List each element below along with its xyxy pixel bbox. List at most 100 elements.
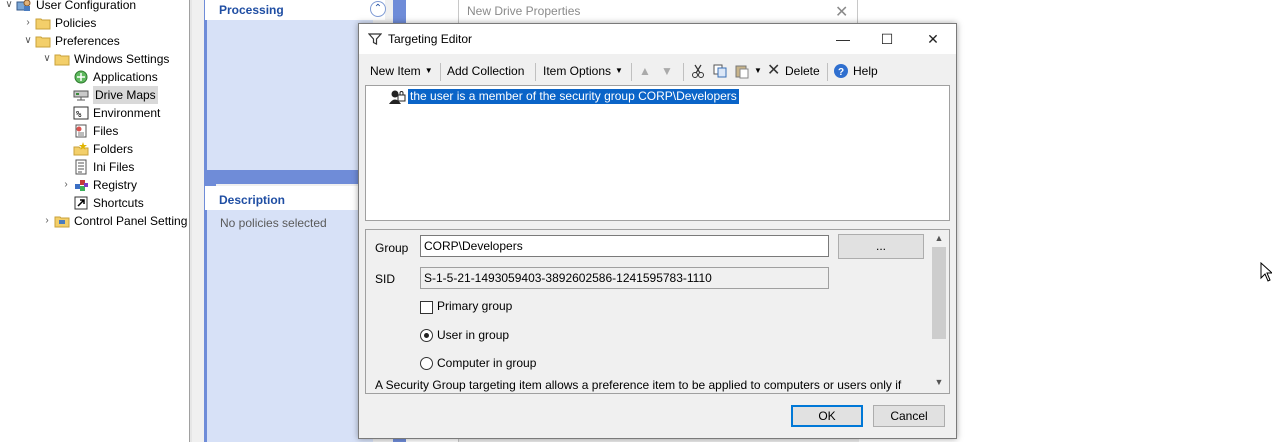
primary-group-checkbox[interactable] xyxy=(420,301,433,314)
folders-icon xyxy=(73,141,89,157)
processing-body xyxy=(207,20,373,170)
close-icon[interactable]: ✕ xyxy=(921,28,945,50)
toolbar-separator xyxy=(683,63,684,81)
folder-icon xyxy=(35,15,51,31)
scrollbar-thumb[interactable] xyxy=(932,247,946,339)
primary-group-label: Primary group xyxy=(437,299,513,313)
environment-icon: % xyxy=(73,105,89,121)
tree-item-folders[interactable]: Folders xyxy=(73,140,133,158)
group-input[interactable]: CORP\Developers xyxy=(420,235,829,257)
toolbar-separator xyxy=(440,63,441,81)
ok-button[interactable]: OK xyxy=(791,405,863,427)
computer-in-group-radio[interactable] xyxy=(420,357,433,370)
toolbar-separator xyxy=(827,63,828,81)
tree-item-policies[interactable]: › Policies xyxy=(21,14,96,32)
toolbar-separator xyxy=(631,63,632,81)
svg-text:%: % xyxy=(76,110,82,120)
scroll-up-icon[interactable]: ▲ xyxy=(930,233,948,243)
dialog-toolbar: New Item ▼ Add Collection Item Options ▼… xyxy=(363,58,953,84)
tree-item-applications[interactable]: Applications xyxy=(73,68,158,86)
shortcuts-icon xyxy=(73,195,89,211)
delete-button[interactable]: Delete xyxy=(785,58,820,84)
dialog-titlebar[interactable]: Targeting Editor — ☐ ✕ xyxy=(359,24,956,54)
tree-item-label: Preferences xyxy=(55,34,120,48)
user-config-icon xyxy=(16,0,32,13)
item-properties-panel: Group CORP\Developers ... SID S-1-5-21-1… xyxy=(365,229,950,394)
cut-icon[interactable] xyxy=(690,63,706,79)
move-down-icon[interactable]: ▼ xyxy=(661,63,677,79)
chevron-right-icon[interactable]: › xyxy=(40,212,54,230)
chevron-right-icon[interactable]: › xyxy=(59,176,73,194)
tree-item-drive-maps[interactable]: Drive Maps xyxy=(73,86,158,104)
help-description-text: A Security Group targeting item allows a… xyxy=(375,378,902,392)
tree-item-control-panel-settings[interactable]: › Control Panel Setting xyxy=(40,212,187,230)
paste-dropdown-icon[interactable]: ▼ xyxy=(754,58,762,84)
tree-item-registry[interactable]: › Registry xyxy=(59,176,137,194)
user-in-group-label: User in group xyxy=(437,328,510,342)
processing-header-label: Processing xyxy=(219,3,284,17)
folder-icon xyxy=(35,33,51,49)
sid-field[interactable]: S-1-5-21-1493059403-3892602586-124159578… xyxy=(420,267,829,289)
tree-item-label: Policies xyxy=(55,16,97,30)
ini-files-icon xyxy=(73,159,89,175)
tree-item-ini-files[interactable]: Ini Files xyxy=(73,158,134,176)
tree-item-label: Drive Maps xyxy=(93,86,158,104)
tree-item-shortcuts[interactable]: Shortcuts xyxy=(73,194,144,212)
drive-properties-title: New Drive Properties xyxy=(467,4,581,18)
tree-item-preferences[interactable]: ∨ Preferences xyxy=(21,32,120,50)
tree-item-label: Ini Files xyxy=(93,160,135,174)
tree-item-environment[interactable]: % Environment xyxy=(73,104,160,122)
tree-item-label: Files xyxy=(93,124,119,138)
description-header-label: Description xyxy=(219,193,286,207)
control-panel-icon xyxy=(54,213,70,229)
copy-icon[interactable] xyxy=(712,63,728,79)
tree-item-files[interactable]: Files xyxy=(73,122,118,140)
drive-maps-icon xyxy=(73,87,89,103)
user-in-group-radio[interactable] xyxy=(420,329,433,342)
targeting-item[interactable]: the user is a member of the security gro… xyxy=(388,88,739,105)
scroll-down-icon[interactable]: ▼ xyxy=(930,377,948,387)
tree-item-label: Applications xyxy=(93,70,158,84)
item-options-button[interactable]: Item Options ▼ xyxy=(543,58,623,84)
filter-icon xyxy=(367,32,383,49)
collapse-icon[interactable]: ⌃ xyxy=(370,1,386,17)
new-item-button[interactable]: New Item ▼ xyxy=(370,58,433,84)
maximize-icon[interactable]: ☐ xyxy=(875,28,899,50)
chevron-down-icon[interactable]: ∨ xyxy=(21,32,35,50)
move-up-icon[interactable]: ▲ xyxy=(639,63,655,79)
new-item-label: New Item xyxy=(370,64,421,78)
help-label: Help xyxy=(853,64,878,78)
delete-icon[interactable]: ✕ xyxy=(767,63,783,79)
folder-icon xyxy=(54,51,70,67)
toolbar-separator xyxy=(535,63,536,81)
add-collection-button[interactable]: Add Collection xyxy=(447,58,524,84)
help-button[interactable]: Help xyxy=(853,58,878,84)
help-icon[interactable]: ? xyxy=(833,63,849,79)
dropdown-arrow-icon: ▼ xyxy=(424,66,433,75)
targeting-item-list[interactable]: the user is a member of the security gro… xyxy=(365,85,950,221)
sid-label: SID xyxy=(375,272,396,286)
close-icon[interactable]: ✕ xyxy=(835,2,848,22)
files-icon xyxy=(73,123,89,139)
minimize-icon[interactable]: — xyxy=(831,28,855,50)
paste-icon[interactable] xyxy=(734,63,750,79)
description-body xyxy=(207,210,373,442)
tree-item-label: Registry xyxy=(93,178,138,192)
tree-item-windows-settings[interactable]: ∨ Windows Settings xyxy=(40,50,169,68)
cancel-button[interactable]: Cancel xyxy=(873,405,945,427)
tree-item-label: Folders xyxy=(93,142,134,156)
chevron-right-icon[interactable]: › xyxy=(21,14,35,32)
description-text: No policies selected xyxy=(220,216,327,230)
item-options-label: Item Options xyxy=(543,64,612,78)
mouse-cursor-icon xyxy=(1260,261,1274,285)
tree-item-label: User Configuration xyxy=(36,0,137,12)
browse-group-button[interactable]: ... xyxy=(838,234,924,259)
applications-icon xyxy=(73,69,89,85)
computer-in-group-label: Computer in group xyxy=(437,356,537,370)
tree-item-user-configuration[interactable]: ∨ User Configuration xyxy=(2,0,136,14)
properties-scrollbar[interactable]: ▲ ▼ xyxy=(930,230,948,393)
processing-header[interactable]: Processing xyxy=(205,0,385,20)
targeting-editor-dialog: Targeting Editor — ☐ ✕ New Item ▼ Add Co… xyxy=(358,23,957,439)
chevron-down-icon[interactable]: ∨ xyxy=(2,0,16,14)
chevron-down-icon[interactable]: ∨ xyxy=(40,50,54,68)
